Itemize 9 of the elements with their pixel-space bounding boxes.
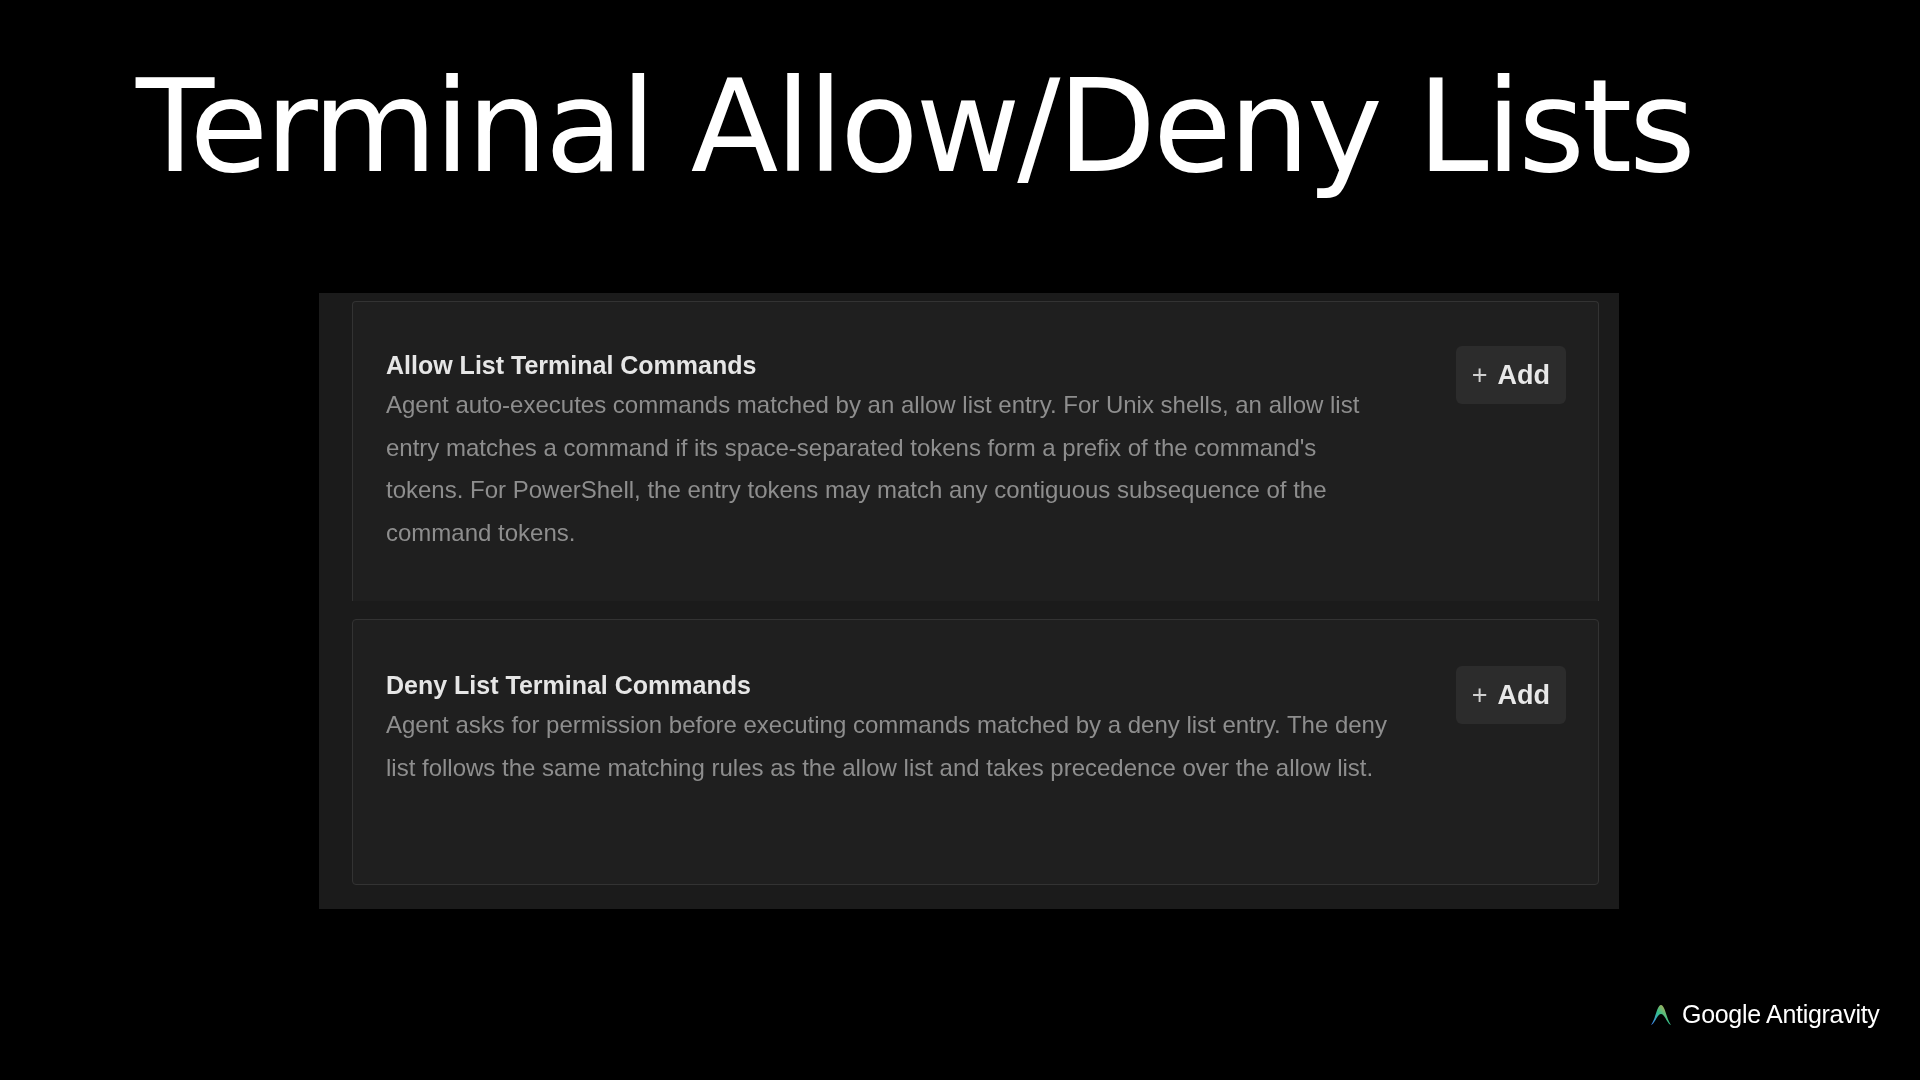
add-button[interactable]: + Add: [1455, 666, 1566, 724]
add-button[interactable]: + Add: [1455, 346, 1566, 404]
section-description: Agent auto-executes commands matched by an allow list entry. For Unix shells, an allow list entry matches a command if its space-separated tokens form a prefix of the command's tokens. For PowerShell, the entry tokens may match any contiguous subsequence of the command tokens.: [386, 390, 1361, 548]
section-description: Agent asks for permission before executing commands matched by a deny list entry. The deny list follows the same matching rules as the allow list and takes precedence over the allow list.: [386, 710, 1388, 783]
section-heading: Allow List Terminal Commands: [386, 350, 758, 381]
brand-name: Google Antigravity: [1682, 1000, 1880, 1029]
slide-title: Terminal Allow/Deny Lists: [136, 52, 1693, 201]
section-heading: Deny List Terminal Commands: [386, 670, 752, 701]
logo-icon: [1650, 1003, 1672, 1026]
